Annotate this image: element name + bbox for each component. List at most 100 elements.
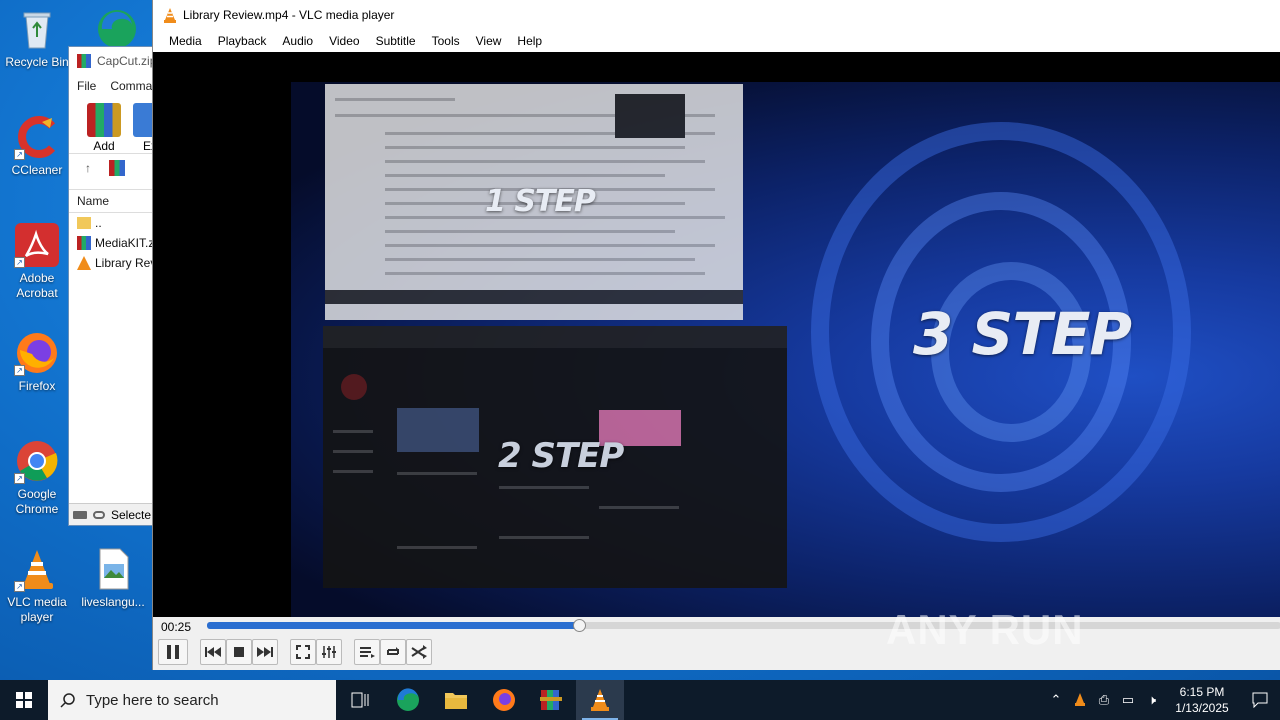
desktop-icon-label: CCleaner (11, 163, 63, 177)
vlc-icon: ↗ (14, 546, 60, 592)
winrar-toolbar: Add Ex (69, 97, 157, 153)
taskbar-winrar[interactable] (528, 680, 576, 720)
winrar-column-header-name[interactable]: Name (69, 189, 157, 213)
taskbar-edge[interactable] (384, 680, 432, 720)
desktop-icon-firefox[interactable]: ↗ Firefox (0, 330, 74, 394)
firefox-icon: ↗ (14, 330, 60, 376)
search-icon (60, 693, 75, 708)
fullscreen-icon (296, 645, 310, 659)
volume-icon[interactable]: 🕨 (1140, 692, 1164, 708)
video-text-step2: 2 STEP (498, 436, 624, 476)
vlc-titlebar: Library Review.mp4 - VLC media player (153, 0, 1280, 30)
taskbar-vlc[interactable] (576, 680, 624, 720)
windows-logo-icon (16, 692, 32, 708)
desktop-icon-recycle-bin[interactable]: Recycle Bin (0, 6, 74, 70)
winrar-status-text: Selecte (111, 507, 152, 522)
winrar-statusbar: Selecte (69, 503, 157, 525)
taskbar: Type here to search ⌃ ⎙ ▭ 🕨 6:15 PM 1/13… (0, 680, 1280, 720)
start-button[interactable] (0, 680, 48, 720)
menu-media[interactable]: Media (161, 34, 210, 48)
task-view-button[interactable] (336, 680, 384, 720)
winrar-titlebar: CapCut.zip (69, 47, 157, 75)
seek-bar[interactable] (207, 619, 1280, 632)
network-icon[interactable]: ▭ (1116, 692, 1140, 708)
stop-icon (234, 647, 244, 657)
video-text-step1: 1 STEP (485, 184, 596, 219)
archive-small-icon (77, 236, 91, 250)
list-item[interactable]: MediaKIT.zi (69, 233, 157, 253)
playlist-button[interactable] (354, 639, 380, 665)
system-tray: ⌃ ⎙ ▭ 🕨 6:15 PM 1/13/2025 (1044, 680, 1280, 720)
taskbar-search-box[interactable]: Type here to search (48, 680, 336, 720)
menu-audio[interactable]: Audio (274, 34, 321, 48)
menu-playback[interactable]: Playback (210, 34, 275, 48)
notification-button[interactable] (1240, 680, 1280, 720)
loop-button[interactable] (380, 639, 406, 665)
usb-device-icon[interactable]: ⎙ (1092, 692, 1116, 708)
notification-icon (1252, 692, 1268, 708)
fullscreen-button[interactable] (290, 639, 316, 665)
folder-icon (445, 693, 467, 709)
seek-bar-handle[interactable] (572, 619, 586, 632)
menu-video[interactable]: Video (321, 34, 367, 48)
pause-icon (167, 645, 179, 659)
stop-button[interactable] (226, 639, 252, 665)
acrobat-icon: ↗ (14, 222, 60, 268)
previous-button[interactable] (200, 639, 226, 665)
vlc-controls: 00:25 (153, 617, 1280, 670)
desktop-icon-label: VLC media player (7, 595, 67, 624)
winrar-menubar: File Comma (69, 75, 157, 97)
vlc-tray-icon[interactable] (1068, 692, 1092, 709)
chrome-icon: ↗ (14, 438, 60, 484)
menu-view[interactable]: View (468, 34, 510, 48)
skip-forward-icon (257, 647, 273, 657)
desktop-icon-label: Adobe Acrobat (16, 271, 58, 300)
taskbar-clock[interactable]: 6:15 PM 1/13/2025 (1164, 684, 1240, 716)
desktop-icon-label: Google Chrome (15, 487, 59, 516)
next-button[interactable] (252, 639, 278, 665)
ccleaner-icon: ↗ (14, 114, 60, 160)
menu-help[interactable]: Help (509, 34, 550, 48)
video-area[interactable]: 1 STEP 2 STEP 3 STEP (153, 52, 1280, 617)
search-placeholder: Type here to search (86, 691, 219, 709)
up-arrow-icon[interactable]: ↑ (85, 161, 91, 175)
shuffle-icon (411, 645, 427, 659)
winrar-menu-file[interactable]: File (77, 79, 96, 93)
winrar-window[interactable]: CapCut.zip File Comma Add Ex ↑ Name .. M… (68, 46, 158, 526)
list-item[interactable]: .. (69, 213, 157, 233)
menu-tools[interactable]: Tools (424, 34, 468, 48)
winrar-add-button[interactable]: Add (87, 103, 121, 153)
menu-subtitle[interactable]: Subtitle (368, 34, 424, 48)
extended-settings-button[interactable] (316, 639, 342, 665)
vlc-window[interactable]: Library Review.mp4 - VLC media player Me… (152, 0, 1280, 670)
desktop-icon-vlc[interactable]: ↗ VLC media player (0, 546, 74, 625)
desktop-icon-adobe-acrobat[interactable]: ↗ Adobe Acrobat (0, 222, 74, 301)
elapsed-time: 00:25 (161, 620, 192, 634)
taskbar-file-explorer[interactable] (432, 680, 480, 720)
clock-date: 1/13/2025 (1175, 701, 1229, 715)
image-file-icon (90, 546, 136, 592)
list-item[interactable]: Library Revi (69, 253, 157, 273)
key-icon (93, 510, 105, 519)
chevron-up-icon[interactable]: ⌃ (1044, 692, 1068, 708)
video-text-step3: 3 STEP (913, 300, 1132, 368)
task-view-icon (351, 692, 369, 708)
loop-icon (387, 647, 399, 655)
playlist-icon (360, 647, 375, 658)
desktop-icon-google-chrome[interactable]: ↗ Google Chrome (0, 438, 74, 517)
vlc-file-icon (77, 256, 91, 270)
pause-button[interactable] (158, 639, 188, 665)
winrar-menu-commands[interactable]: Comma (110, 79, 152, 93)
vlc-cone-icon (164, 8, 176, 23)
winrar-icon (77, 54, 91, 68)
taskbar-firefox[interactable] (480, 680, 528, 720)
desktop-icon-image-file[interactable]: liveslangu... (76, 546, 150, 610)
winrar-icon (540, 690, 562, 710)
desktop-icon-ccleaner[interactable]: ↗ CCleaner (0, 114, 74, 178)
skip-back-icon (205, 647, 221, 657)
edge-icon (397, 688, 419, 711)
shuffle-button[interactable] (406, 639, 432, 665)
winrar-add-label: Add (93, 139, 115, 153)
desktop-icon-label: Firefox (18, 379, 56, 393)
winrar-address-bar: ↑ (69, 153, 157, 181)
